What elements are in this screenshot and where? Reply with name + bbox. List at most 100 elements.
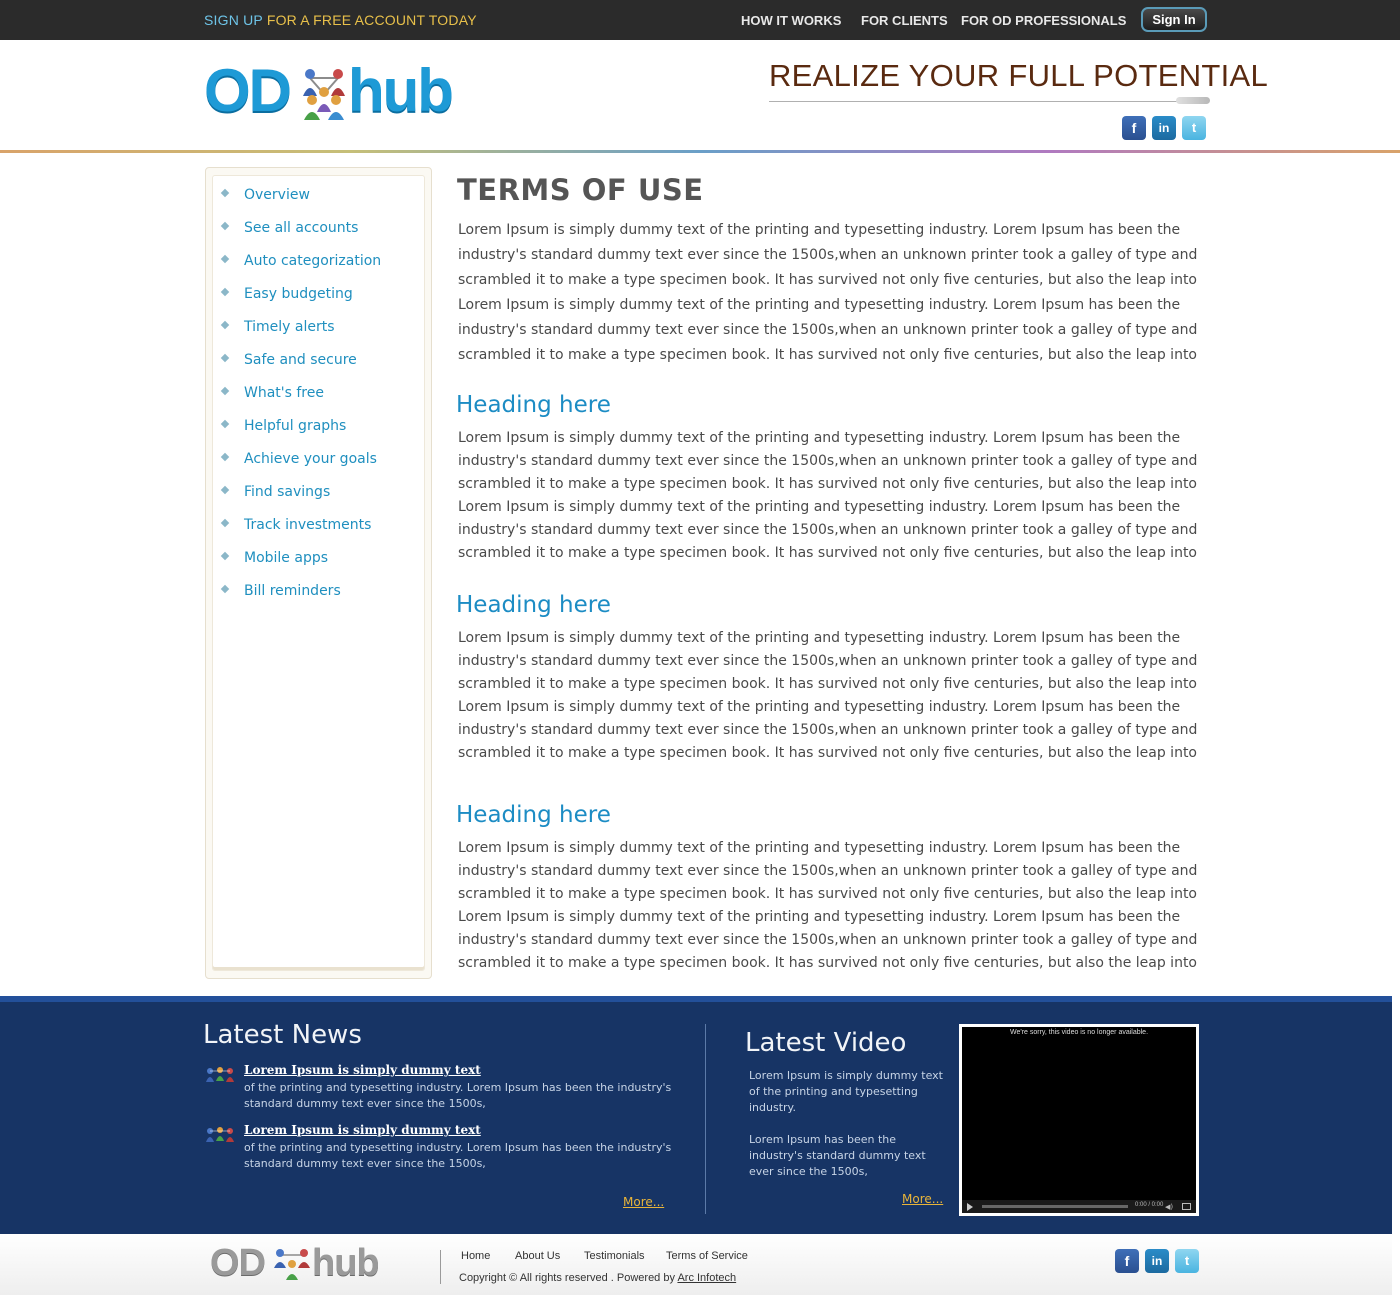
sign-in-button[interactable]: Sign In: [1141, 7, 1207, 32]
video-progress-bar[interactable]: [982, 1205, 1128, 1208]
tagline-ornament: [1176, 97, 1210, 104]
tagline: REALIZE YOUR FULL POTENTIAL: [769, 58, 1269, 93]
video-controls: 0:00 / 0:00 ◀): [962, 1200, 1196, 1213]
linkedin-icon[interactable]: in: [1152, 116, 1176, 140]
logo-od-text: OD: [204, 57, 292, 124]
bullet-icon: [220, 221, 230, 231]
section-body-1: Lorem Ipsum is simply dummy text of the …: [458, 430, 1198, 561]
volume-icon[interactable]: ◀): [1165, 1203, 1173, 1211]
footer-link-terms-of-service[interactable]: Terms of Service: [666, 1250, 748, 1262]
section-heading-1: Heading here: [456, 392, 611, 418]
sidebar-item-safe-and-secure[interactable]: Safe and secure: [220, 352, 357, 368]
bullet-icon: [220, 584, 230, 594]
section-body-3: Lorem Ipsum is simply dummy text of the …: [458, 840, 1198, 971]
sidebar-item-label: Mobile apps: [244, 550, 329, 566]
sidebar-item-label: What's free: [244, 385, 324, 401]
nav-for-clients[interactable]: FOR CLIENTS: [861, 13, 948, 28]
sidebar-item-overview[interactable]: Overview: [220, 187, 310, 203]
video-description-1: Lorem Ipsum is simply dummy text of the …: [749, 1069, 943, 1114]
bullet-icon: [220, 254, 230, 264]
section-heading-3: Heading here: [456, 802, 611, 828]
sidebar-item-helpful-graphs[interactable]: Helpful graphs: [220, 418, 347, 434]
news-more-link[interactable]: More...: [623, 1195, 664, 1209]
sidebar-item-label: See all accounts: [244, 220, 359, 236]
twitter-icon[interactable]: t: [1182, 116, 1206, 140]
sidebar-item-mobile-apps[interactable]: Mobile apps: [220, 550, 329, 566]
latest-news-heading: Latest News: [203, 1020, 362, 1050]
sidebar-item-label: Track investments: [244, 517, 372, 533]
footer-logo-hub-text: hub: [312, 1242, 380, 1284]
sidebar-item-see-all-accounts[interactable]: See all accounts: [220, 220, 359, 236]
video-more-link[interactable]: More...: [902, 1192, 943, 1206]
video-description-2: Lorem Ipsum has been the industry's stan…: [749, 1133, 926, 1178]
signup-text: SIGN UP: [204, 12, 263, 28]
signup-promo-link[interactable]: SIGN UP FOR A FREE ACCOUNT TODAY: [204, 12, 477, 28]
sidebar-item-auto-categorization[interactable]: Auto categorization: [220, 253, 381, 269]
news-title-link[interactable]: Lorem Ipsum is simply dummy text: [244, 1123, 481, 1137]
footer-link-testimonials[interactable]: Testimonials: [584, 1250, 645, 1262]
linkedin-icon[interactable]: in: [1145, 1249, 1169, 1273]
sidebar-item-find-savings[interactable]: Find savings: [220, 484, 331, 500]
latest-video-heading: Latest Video: [745, 1028, 907, 1058]
footer-link-about-us[interactable]: About Us: [515, 1250, 560, 1262]
sidebar-item-whats-free[interactable]: What's free: [220, 385, 324, 401]
section-heading-2: Heading here: [456, 592, 611, 618]
sidebar-item-label: Helpful graphs: [244, 418, 347, 434]
bullet-icon: [220, 386, 230, 396]
footer-link-home[interactable]: Home: [461, 1250, 490, 1262]
footer-logo[interactable]: OD hub: [210, 1242, 390, 1288]
people-network-icon: [303, 69, 345, 120]
sidebar-item-label: Easy budgeting: [244, 286, 353, 302]
intro-paragraph: Lorem Ipsum is simply dummy text of the …: [458, 222, 1198, 363]
tagline-divider: [769, 101, 1179, 102]
people-network-icon: [274, 1249, 310, 1280]
bullet-icon: [220, 518, 230, 528]
copyright-label: Copyright © All rights reserved . Powere…: [459, 1272, 675, 1284]
people-network-icon: [206, 1067, 234, 1082]
sidebar-item-track-investments[interactable]: Track investments: [220, 517, 372, 533]
news-excerpt: of the printing and typesetting industry…: [244, 1081, 672, 1110]
news-title-link[interactable]: Lorem Ipsum is simply dummy text: [244, 1063, 481, 1077]
sidebar-item-label: Overview: [244, 187, 310, 203]
play-icon[interactable]: [967, 1203, 973, 1211]
people-network-icon: [206, 1127, 234, 1142]
nav-for-od-professionals[interactable]: FOR OD PROFESSIONALS: [961, 13, 1126, 28]
bullet-icon: [220, 287, 230, 297]
bullet-icon: [220, 353, 230, 363]
bullet-icon: [220, 551, 230, 561]
video-screen[interactable]: We're sorry, this video is no longer ava…: [962, 1027, 1196, 1200]
video-unavailable-message: We're sorry, this video is no longer ava…: [1009, 1029, 1149, 1036]
sidebar-item-easy-budgeting[interactable]: Easy budgeting: [220, 286, 353, 302]
sidebar-item-timely-alerts[interactable]: Timely alerts: [220, 319, 335, 335]
twitter-icon[interactable]: t: [1175, 1249, 1199, 1273]
top-bar: SIGN UP FOR A FREE ACCOUNT TODAY HOW IT …: [0, 0, 1400, 40]
site-footer: OD hub Home About Us Testimonials Terms …: [0, 1234, 1392, 1295]
sidebar-item-achieve-your-goals[interactable]: Achieve your goals: [220, 451, 377, 467]
company-link[interactable]: Arc Infotech: [677, 1272, 736, 1284]
sidebar-item-label: Achieve your goals: [244, 451, 377, 467]
sidebar-item-label: Bill reminders: [244, 583, 341, 599]
sidebar-item-label: Find savings: [244, 484, 331, 500]
header-color-stripe: [0, 150, 1400, 153]
footer-column-divider: [705, 1024, 706, 1214]
free-account-text: FOR A FREE ACCOUNT TODAY: [266, 12, 477, 28]
sidebar-item-label: Timely alerts: [244, 319, 335, 335]
nav-how-it-works[interactable]: HOW IT WORKS: [741, 13, 841, 28]
sidebar-item-bill-reminders[interactable]: Bill reminders: [220, 583, 341, 599]
bullet-icon: [220, 485, 230, 495]
footer-divider: [440, 1250, 441, 1284]
facebook-icon[interactable]: f: [1115, 1249, 1139, 1273]
od-hub-logo[interactable]: OD hub: [204, 57, 504, 140]
footer-logo-od-text: OD: [210, 1242, 266, 1284]
bullet-icon: [220, 188, 230, 198]
logo-hub-text: hub: [348, 57, 454, 124]
bullet-icon: [220, 419, 230, 429]
copyright-text: Copyright © All rights reserved . Powere…: [459, 1272, 736, 1284]
fullscreen-icon[interactable]: [1182, 1203, 1191, 1210]
site-header: OD hub REALIZE YOUR FULL POTENTIAL f in …: [0, 40, 1400, 152]
video-time: 0:00 / 0:00: [1135, 1202, 1164, 1208]
video-player[interactable]: We're sorry, this video is no longer ava…: [959, 1024, 1199, 1216]
section-body-2: Lorem Ipsum is simply dummy text of the …: [458, 630, 1198, 761]
news-excerpt: of the printing and typesetting industry…: [244, 1141, 672, 1170]
facebook-icon[interactable]: f: [1122, 116, 1146, 140]
